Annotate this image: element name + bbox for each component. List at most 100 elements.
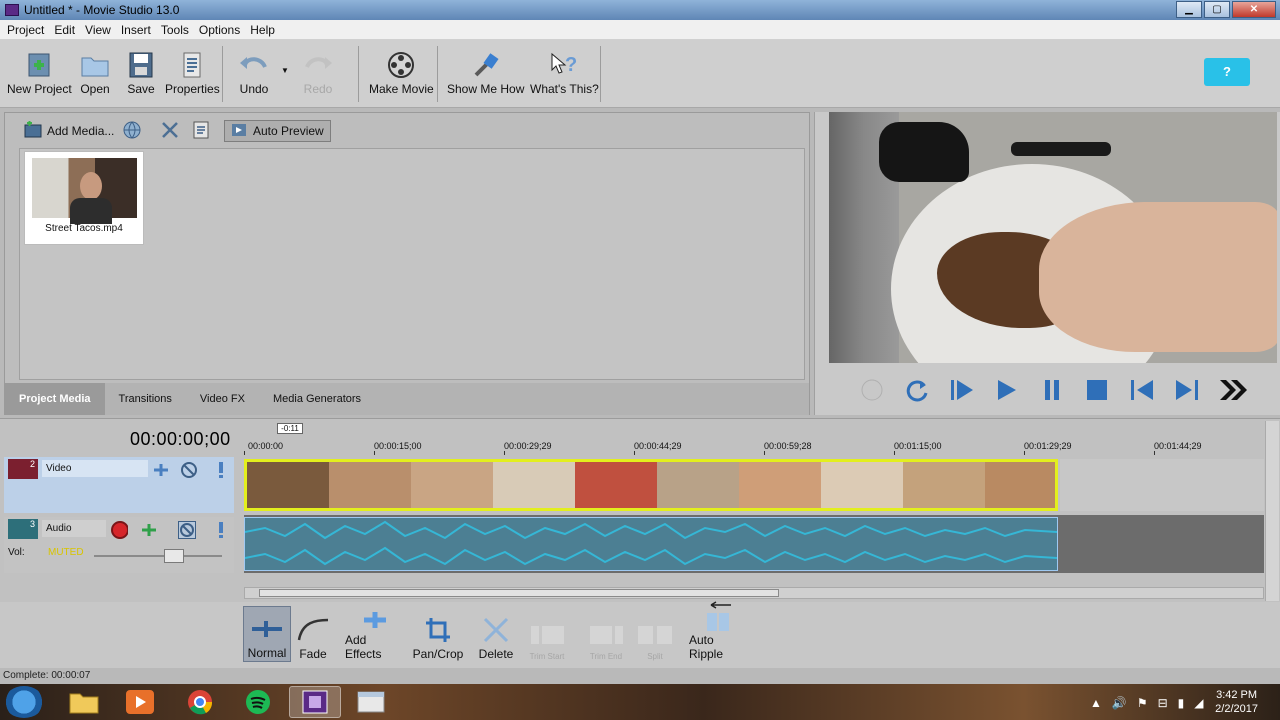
track-fx-icon[interactable] (140, 521, 158, 539)
menu-options[interactable]: Options (194, 23, 245, 37)
video-preview-panel (814, 112, 1280, 415)
stop-icon[interactable] (1080, 373, 1114, 407)
play-from-start-icon[interactable] (945, 373, 979, 407)
go-to-start-icon[interactable] (1125, 373, 1159, 407)
solo-track-icon[interactable] (212, 521, 230, 539)
fast-forward-icon[interactable] (1215, 373, 1249, 407)
go-to-end-icon[interactable] (1170, 373, 1204, 407)
battery-icon[interactable]: ▮ (1178, 696, 1185, 710)
save-button[interactable]: Save (126, 48, 156, 96)
volume-slider-track[interactable] (94, 555, 222, 557)
split-button[interactable]: Split (636, 606, 674, 662)
menu-insert[interactable]: Insert (116, 23, 156, 37)
tab-transitions[interactable]: Transitions (105, 383, 186, 415)
add-effects-button[interactable]: Add Effects (345, 606, 405, 662)
redo-button[interactable]: Redo (303, 48, 333, 96)
network-icon[interactable]: ⊟ (1158, 696, 1168, 710)
redo-icon (303, 48, 333, 82)
solo-track-icon[interactable] (212, 461, 230, 479)
pause-icon[interactable] (1035, 373, 1069, 407)
ruler-label: 00:00:59;28 (764, 441, 812, 451)
volume-icon[interactable]: 🔊 (1112, 696, 1127, 710)
properties-button[interactable]: Properties (165, 48, 220, 96)
media-file-name: Street Tacos.mp4 (45, 223, 123, 234)
timeline-vertical-scrollbar[interactable] (1265, 421, 1279, 601)
spotify-taskbar-icon[interactable] (232, 686, 284, 718)
menu-view[interactable]: View (80, 23, 116, 37)
tab-video-fx[interactable]: Video FX (186, 383, 259, 415)
muted-label: MUTED (48, 547, 84, 558)
help-chat-button[interactable]: ? (1204, 58, 1250, 86)
clock-date: 2/2/2017 (1215, 703, 1258, 715)
tab-project-media[interactable]: Project Media (5, 383, 105, 415)
video-track-header[interactable]: 2 Video (4, 457, 234, 513)
media-item[interactable]: Street Tacos.mp4 (24, 151, 144, 245)
signal-icon[interactable]: ◢ (1194, 696, 1203, 710)
menu-tools[interactable]: Tools (156, 23, 194, 37)
track-fx-icon[interactable] (152, 461, 170, 479)
add-effects-icon (360, 606, 390, 633)
time-ruler[interactable]: 00:00:00 00:00:15;00 00:00:29;29 00:00:4… (244, 437, 1264, 455)
maximize-button[interactable]: ▢ (1204, 1, 1230, 18)
add-media-button[interactable]: Add Media... (23, 120, 114, 142)
make-movie-button[interactable]: Make Movie (369, 48, 434, 96)
ruler-tick (504, 451, 505, 455)
normal-mode-button[interactable]: Normal (243, 606, 291, 662)
explorer-taskbar-icon[interactable] (58, 686, 110, 718)
video-frame (411, 462, 493, 508)
action-center-flag-icon[interactable]: ⚑ (1137, 696, 1148, 710)
audio-track-header[interactable]: 3 Audio Vol: MUTED (4, 517, 234, 573)
audio-track-name[interactable]: Audio (42, 520, 106, 537)
trim-start-button[interactable]: Trim Start (523, 606, 571, 662)
undo-button[interactable]: Undo (239, 48, 269, 96)
undo-icon (239, 48, 269, 82)
online-media-button[interactable] (123, 120, 141, 142)
undo-dropdown[interactable]: ▼ (281, 66, 289, 75)
minimize-button[interactable]: ▁ (1176, 1, 1202, 18)
delete-button[interactable]: Delete (479, 606, 513, 662)
trim-end-button[interactable]: Trim End (583, 606, 629, 662)
menu-edit[interactable]: Edit (49, 23, 80, 37)
auto-ripple-button[interactable]: Auto Ripple (689, 601, 749, 662)
transport-controls (855, 370, 1275, 410)
question-pointer-icon: ? (549, 48, 579, 82)
mute-track-icon[interactable] (178, 521, 196, 539)
movie-studio-taskbar-icon[interactable] (289, 686, 341, 718)
timeline-horizontal-scrollbar[interactable] (244, 587, 1264, 599)
window-taskbar-icon[interactable] (345, 686, 397, 718)
record-icon[interactable] (855, 373, 889, 407)
pan-crop-button[interactable]: Pan/Crop (413, 606, 463, 662)
start-button[interactable] (4, 686, 44, 718)
menu-help[interactable]: Help (245, 23, 280, 37)
video-track-empty-area[interactable] (1060, 459, 1264, 511)
mute-track-icon[interactable] (180, 461, 198, 479)
wand-icon (471, 48, 501, 82)
new-project-button[interactable]: New Project (7, 48, 72, 96)
record-arm-icon[interactable] (110, 521, 128, 539)
audio-clip[interactable] (244, 517, 1058, 571)
video-track-name[interactable]: Video (42, 460, 148, 477)
play-icon[interactable] (990, 373, 1024, 407)
video-clip[interactable] (244, 459, 1058, 511)
chrome-taskbar-icon[interactable] (174, 686, 226, 718)
volume-slider-thumb[interactable] (164, 549, 184, 563)
ruler-label: 00:01:29;29 (1024, 441, 1072, 451)
scrollbar-thumb[interactable] (259, 589, 779, 597)
show-me-how-button[interactable]: Show Me How (447, 48, 524, 96)
media-player-taskbar-icon[interactable] (114, 686, 166, 718)
taskbar-clock[interactable]: 3:42 PM 2/2/2017 (1215, 688, 1258, 716)
redo-label: Redo (303, 82, 333, 96)
media-properties-button[interactable] (192, 120, 210, 142)
close-button[interactable]: ✕ (1232, 1, 1276, 18)
media-thumbnail (32, 158, 137, 224)
loop-icon[interactable] (900, 373, 934, 407)
remove-media-button[interactable] (161, 120, 179, 142)
tray-overflow-icon[interactable]: ▲ (1090, 696, 1102, 710)
whats-this-button[interactable]: ? What's This? (530, 48, 599, 96)
tab-media-generators[interactable]: Media Generators (259, 383, 375, 415)
fade-button[interactable]: Fade (295, 606, 331, 662)
add-media-label: Add Media... (47, 124, 115, 138)
auto-preview-toggle[interactable]: Auto Preview (224, 120, 331, 142)
menu-project[interactable]: Project (2, 23, 49, 37)
open-button[interactable]: Open (80, 48, 110, 96)
